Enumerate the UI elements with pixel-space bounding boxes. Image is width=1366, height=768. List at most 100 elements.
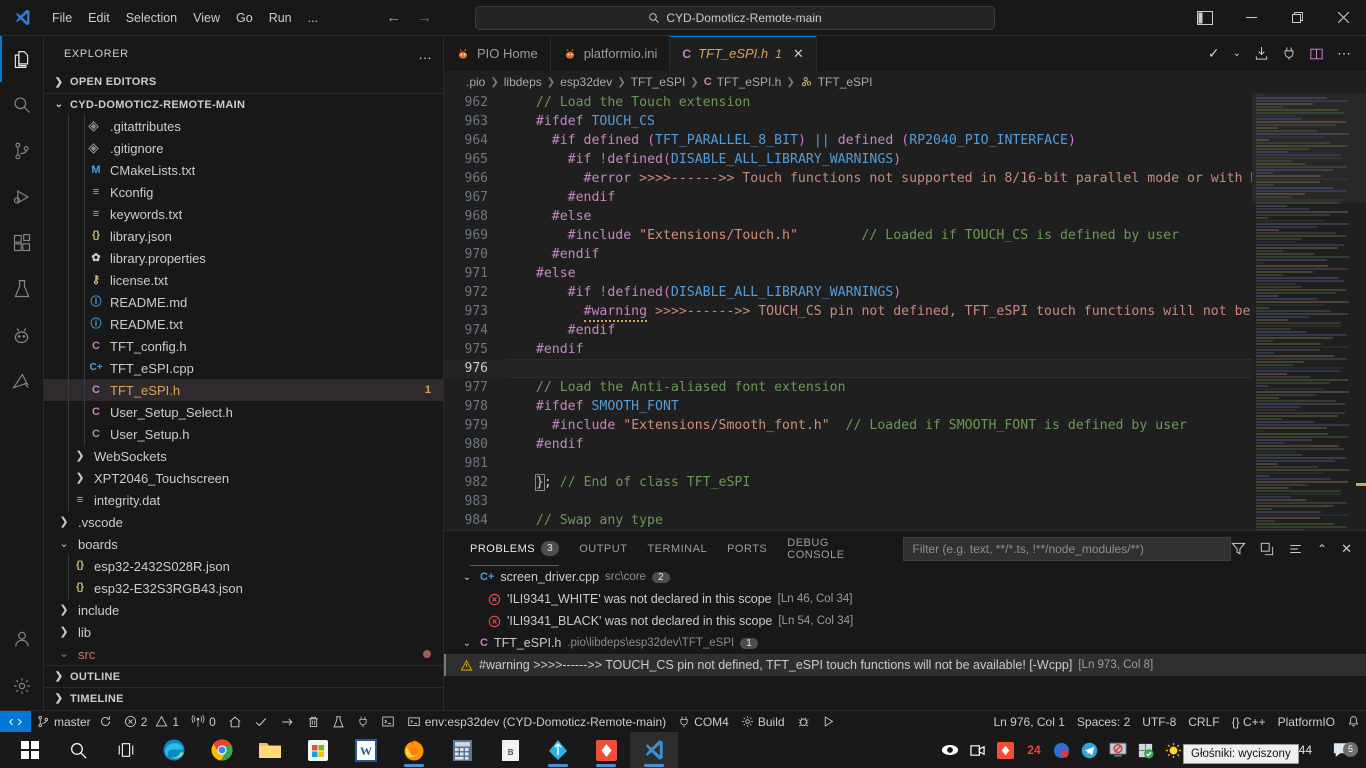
code-line[interactable]: 981 bbox=[444, 454, 1252, 473]
remote-window-button[interactable] bbox=[0, 710, 31, 733]
section-open-editors[interactable]: ❯ OPEN EDITORS bbox=[44, 71, 443, 93]
status-pio-clean[interactable] bbox=[301, 711, 326, 733]
download-icon[interactable] bbox=[1254, 46, 1269, 61]
code-lines[interactable]: 962 // Load the Touch extension 963 #ifde… bbox=[444, 93, 1252, 530]
status-encoding[interactable]: UTF-8 bbox=[1136, 711, 1182, 733]
tree-item-tft-config-h[interactable]: C TFT_config.h bbox=[44, 335, 443, 357]
problems-filter-input[interactable]: Filter (e.g. text, **/*.ts, !**/node_mod… bbox=[903, 536, 1232, 561]
security-icon[interactable] bbox=[1136, 740, 1156, 760]
activity-platformio[interactable] bbox=[0, 312, 44, 358]
filter-icon[interactable] bbox=[1231, 541, 1246, 556]
status-port[interactable]: COM4 bbox=[672, 711, 735, 733]
tree-item-src[interactable]: ⌄ src bbox=[44, 643, 443, 665]
menu-edit[interactable]: Edit bbox=[80, 7, 118, 29]
code-line[interactable]: 962 // Load the Touch extension bbox=[444, 93, 1252, 112]
problem-group-header[interactable]: ⌄ C+ screen_driver.cpp src\core 2 bbox=[444, 566, 1366, 588]
panel-tab-problems[interactable]: PROBLEMS 3 bbox=[460, 531, 569, 566]
tree-item-include[interactable]: ❯ include bbox=[44, 599, 443, 621]
tree-item--gitignore[interactable]: .gitignore bbox=[44, 137, 443, 159]
status-radio-tower[interactable]: 0 bbox=[185, 711, 222, 733]
taskbar-ruby-app[interactable] bbox=[582, 732, 630, 768]
code-line[interactable]: 980 #endif bbox=[444, 435, 1252, 454]
status-branch[interactable]: master bbox=[31, 711, 118, 733]
tree-item--vscode[interactable]: ❯ .vscode bbox=[44, 511, 443, 533]
activity-run-debug[interactable] bbox=[0, 174, 44, 220]
collapse-all-icon[interactable] bbox=[1260, 542, 1274, 556]
file-tree[interactable]: ❯ OPEN EDITORS ⌄ CYD-DOMOTICZ-REMOTE-MAI… bbox=[44, 71, 443, 710]
activity-accounts[interactable] bbox=[0, 616, 44, 662]
telegram-icon[interactable] bbox=[1080, 740, 1100, 760]
notification-center-button[interactable]: 5 bbox=[1326, 741, 1360, 759]
code-line[interactable]: 966 #error >>>>------>> Touch functions … bbox=[444, 169, 1252, 188]
menu-run[interactable]: Run bbox=[261, 7, 300, 29]
status-build-task[interactable]: Build bbox=[735, 711, 791, 733]
more-actions-icon[interactable]: … bbox=[418, 46, 433, 62]
code-line[interactable]: 974 #endif bbox=[444, 321, 1252, 340]
activity-settings[interactable] bbox=[0, 662, 44, 710]
code-line[interactable]: 968 #else bbox=[444, 207, 1252, 226]
camera-icon[interactable] bbox=[968, 740, 988, 760]
code-line[interactable]: 967 #endif bbox=[444, 188, 1252, 207]
breadcrumb-item-1[interactable]: libdeps bbox=[504, 75, 542, 89]
activity-search[interactable] bbox=[0, 82, 44, 128]
taskbar-unknown-app[interactable]: в bbox=[486, 732, 534, 768]
taskbar-microsoft-store[interactable] bbox=[294, 732, 342, 768]
tree-item-tft-espi-cpp[interactable]: C+ TFT_eSPI.cpp bbox=[44, 357, 443, 379]
chevron-up-icon[interactable]: ⌃ bbox=[1317, 542, 1327, 556]
minimap[interactable] bbox=[1252, 93, 1366, 530]
taskbar-search-button[interactable] bbox=[54, 732, 102, 768]
tree-item-license-txt[interactable]: ⚷ license.txt bbox=[44, 269, 443, 291]
status-debug[interactable] bbox=[791, 711, 816, 733]
code-line[interactable]: 977 // Load the Anti-aliased font extens… bbox=[444, 378, 1252, 397]
minimize-button[interactable] bbox=[1228, 0, 1274, 35]
code-line[interactable]: 963 #ifdef TOUCH_CS bbox=[444, 112, 1252, 131]
chevron-down-icon[interactable]: ⌄ bbox=[460, 638, 474, 649]
activity-extensions[interactable] bbox=[0, 220, 44, 266]
taskbar-chrome[interactable] bbox=[198, 732, 246, 768]
status-pio-terminal[interactable] bbox=[375, 711, 401, 733]
status-run[interactable] bbox=[816, 711, 841, 733]
code-line[interactable]: 983 bbox=[444, 492, 1252, 511]
panel-tab-output[interactable]: OUTPUT bbox=[569, 531, 637, 566]
problem-item[interactable]: #warning >>>>------>> TOUCH_CS pin not d… bbox=[444, 654, 1366, 676]
taskbar-word[interactable]: W bbox=[342, 732, 390, 768]
tree-item-readme-md[interactable]: ⓘ README.md bbox=[44, 291, 443, 313]
menu-file[interactable]: File bbox=[44, 7, 80, 29]
breadcrumb[interactable]: .pio ❯ libdeps ❯ esp32dev ❯ TFT_eSPI ❯ C… bbox=[444, 71, 1366, 93]
section-outline[interactable]: ❯ OUTLINE bbox=[44, 665, 443, 687]
panel-tab-terminal[interactable]: TERMINAL bbox=[637, 531, 717, 566]
more-actions-icon[interactable]: ⋯ bbox=[1337, 45, 1352, 62]
eye-icon[interactable] bbox=[940, 740, 960, 760]
tree-item-lib[interactable]: ❯ lib bbox=[44, 621, 443, 643]
tree-item-user-setup-select-h[interactable]: C User_Setup_Select.h bbox=[44, 401, 443, 423]
tree-item-boards[interactable]: ⌄ boards bbox=[44, 533, 443, 555]
status-language-mode[interactable]: {} C++ bbox=[1226, 711, 1272, 733]
section-workspace-folder[interactable]: ⌄ CYD-DOMOTICZ-REMOTE-MAIN bbox=[44, 93, 443, 115]
view-as-table-icon[interactable] bbox=[1288, 542, 1303, 556]
tree-item-cmakelists-txt[interactable]: M CMakeLists.txt bbox=[44, 159, 443, 181]
tree-item-websockets[interactable]: ❯ WebSockets bbox=[44, 445, 443, 467]
plug-icon[interactable] bbox=[1282, 46, 1296, 61]
menu-more[interactable]: ... bbox=[300, 7, 326, 29]
tree-item-kconfig[interactable]: ≡ Kconfig bbox=[44, 181, 443, 203]
taskbar-arduino-ide[interactable] bbox=[534, 732, 582, 768]
code-line[interactable]: 984 // Swap any type bbox=[444, 511, 1252, 530]
status-eol[interactable]: CRLF bbox=[1182, 711, 1225, 733]
quick-open-search[interactable]: CYD-Domoticz-Remote-main bbox=[475, 5, 995, 30]
taskbar-edge[interactable] bbox=[150, 732, 198, 768]
breadcrumb-item-0[interactable]: .pio bbox=[466, 75, 485, 89]
check-icon[interactable]: ✓ bbox=[1208, 45, 1220, 62]
taskbar-calculator[interactable] bbox=[438, 732, 486, 768]
problems-list[interactable]: ⌄ C+ screen_driver.cpp src\core 2 'ILI9341_WH… bbox=[444, 566, 1366, 710]
tree-item-user-setup-h[interactable]: C User_Setup.h bbox=[44, 423, 443, 445]
tree-item-readme-txt[interactable]: ⓘ README.txt bbox=[44, 313, 443, 335]
tree-item-library-properties[interactable]: ✿ library.properties bbox=[44, 247, 443, 269]
chevron-down-icon[interactable]: ⌄ bbox=[460, 572, 474, 583]
status-pio-serial[interactable] bbox=[351, 711, 375, 733]
maximize-button[interactable] bbox=[1274, 0, 1320, 35]
tab-pio-home[interactable]: PIO Home bbox=[444, 36, 551, 71]
breadcrumb-item-2[interactable]: esp32dev bbox=[560, 75, 612, 89]
code-line[interactable]: 982 }; // End of class TFT_eSPI bbox=[444, 473, 1252, 492]
tree-item-esp32-e32s3rgb43-json[interactable]: {} esp32-E32S3RGB43.json bbox=[44, 577, 443, 599]
display-blocked-icon[interactable] bbox=[1108, 740, 1128, 760]
